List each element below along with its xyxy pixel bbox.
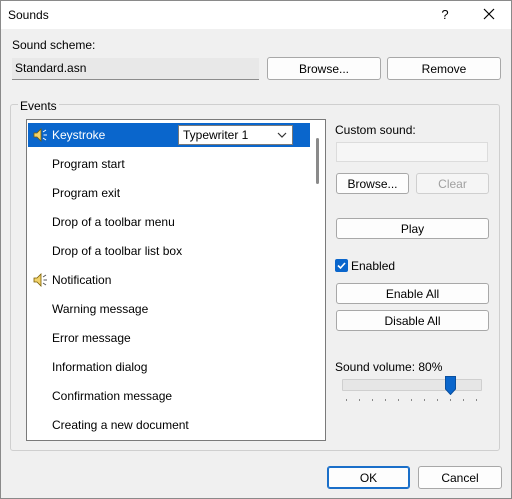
close-icon: [483, 8, 495, 20]
title-bar: Sounds ?: [1, 1, 511, 29]
speaker-icon: [28, 123, 52, 147]
custom-browse-button[interactable]: Browse...: [336, 173, 409, 194]
volume-tick: [463, 399, 464, 401]
volume-slider-thumb[interactable]: [445, 376, 456, 395]
enable-all-button[interactable]: Enable All: [336, 283, 489, 304]
list-item[interactable]: Error message: [28, 326, 310, 350]
list-item-label: Drop of a toolbar list box: [52, 244, 183, 258]
play-button[interactable]: Play: [336, 218, 489, 239]
list-item-label: Information dialog: [52, 360, 148, 374]
list-item-label: Keystroke: [52, 128, 106, 142]
ok-button[interactable]: OK: [327, 466, 410, 489]
sound-scheme-label: Sound scheme:: [12, 38, 96, 52]
chevron-down-icon: [277, 132, 287, 138]
list-item-keystroke[interactable]: Keystroke Typewriter 1: [28, 123, 310, 147]
sound-volume-label: Sound volume: 80%: [335, 360, 443, 374]
window-title: Sounds: [8, 8, 49, 22]
list-item[interactable]: Confirmation message: [28, 384, 310, 408]
custom-sound-label: Custom sound:: [335, 123, 416, 137]
volume-tick: [424, 399, 425, 401]
enabled-checkbox[interactable]: [335, 259, 348, 272]
enabled-label[interactable]: Enabled: [351, 259, 395, 273]
disable-all-button[interactable]: Disable All: [336, 310, 489, 331]
list-item[interactable]: Warning message: [28, 297, 310, 321]
keystroke-sound-select[interactable]: Typewriter 1: [178, 125, 293, 145]
list-item-label: Confirmation message: [52, 389, 173, 403]
volume-tick: [437, 399, 438, 401]
volume-tick: [411, 399, 412, 401]
list-item-label: Drop of a toolbar menu: [52, 215, 175, 229]
speaker-icon: [28, 268, 52, 292]
volume-tick: [398, 399, 399, 401]
clear-button: Clear: [416, 173, 489, 194]
list-item[interactable]: Program start: [28, 152, 310, 176]
checkmark-icon: [337, 262, 346, 270]
list-item[interactable]: Drop of a toolbar menu: [28, 210, 310, 234]
volume-tick: [385, 399, 386, 401]
volume-tick: [450, 399, 451, 401]
keystroke-sound-value: Typewriter 1: [183, 128, 249, 142]
events-scrollbar[interactable]: [310, 120, 325, 440]
sound-scheme-field[interactable]: Standard.asn: [12, 58, 259, 80]
volume-tick: [476, 399, 477, 401]
cancel-button[interactable]: Cancel: [418, 466, 502, 489]
help-button[interactable]: ?: [433, 3, 457, 27]
sounds-dialog: Sounds ? Sound scheme: Standard.asn Brow…: [0, 0, 512, 499]
events-group-title: Events: [18, 99, 59, 113]
volume-tick: [346, 399, 347, 401]
list-item-label: Program exit: [52, 186, 121, 200]
list-item-label: Creating a new document: [52, 418, 189, 432]
list-item[interactable]: Creating a new document: [28, 413, 310, 437]
list-item-label: Program start: [52, 157, 125, 171]
close-button[interactable]: [475, 3, 503, 27]
list-item[interactable]: Drop of a toolbar list box: [28, 239, 310, 263]
custom-sound-field: [336, 142, 488, 162]
events-list[interactable]: Keystroke Typewriter 1 Program start Pro…: [26, 119, 326, 441]
scrollbar-thumb[interactable]: [316, 138, 319, 184]
list-item-label: Error message: [52, 331, 131, 345]
volume-tick: [359, 399, 360, 401]
list-item-notification[interactable]: Notification: [28, 268, 310, 292]
list-item[interactable]: Program exit: [28, 181, 310, 205]
volume-tick: [372, 399, 373, 401]
scheme-remove-button[interactable]: Remove: [387, 57, 501, 80]
scheme-browse-button[interactable]: Browse...: [267, 57, 381, 80]
list-item[interactable]: Information dialog: [28, 355, 310, 379]
volume-slider-track[interactable]: [342, 379, 482, 391]
list-item-label: Warning message: [52, 302, 149, 316]
list-item-label: Notification: [52, 273, 112, 287]
